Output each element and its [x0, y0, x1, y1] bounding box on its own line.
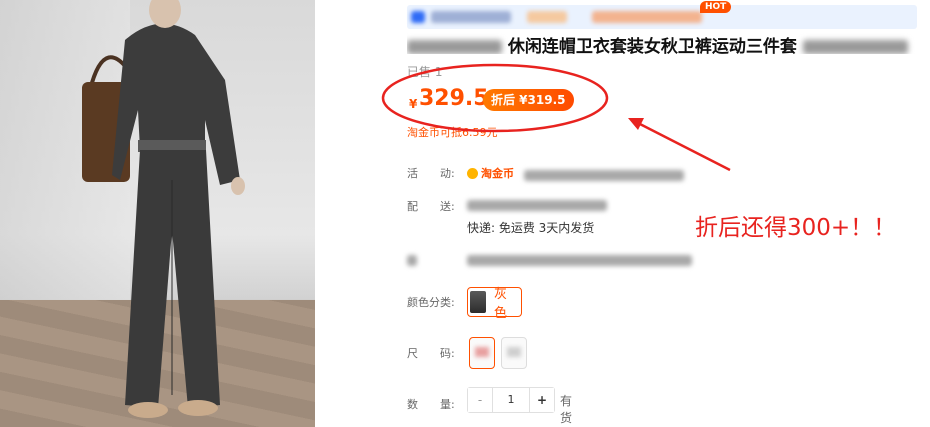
delivery-address-blurred: [467, 200, 607, 211]
discount-price-badge[interactable]: 折后 ¥319.5: [483, 89, 574, 111]
product-photo: [0, 0, 315, 427]
product-title: 休闲连帽卫衣套装女秋卫裤运动三件套: [407, 32, 917, 54]
activity-value[interactable]: 淘金币: [467, 165, 684, 182]
activity-label: 活动:: [407, 167, 455, 180]
quantity-input[interactable]: 1: [492, 388, 529, 412]
size-label: 尺码:: [407, 347, 455, 360]
size-option-1-blurred: [475, 347, 489, 357]
delivery-label: 配送:: [407, 200, 455, 213]
promo-tag-blurred: [527, 11, 567, 23]
quantity-label: 数量:: [407, 398, 455, 411]
delivery-address[interactable]: [467, 198, 607, 212]
coin-icon: [467, 167, 478, 179]
service-text-blurred: [467, 255, 692, 266]
color-option-gray[interactable]: 灰色: [467, 287, 523, 321]
taobao-coin-badge: 淘金币: [467, 165, 514, 181]
promo-text-blurred: [431, 11, 511, 23]
sold-count: 已售 1: [407, 65, 443, 79]
annotation-text: 折后还得300+！！: [695, 215, 897, 241]
size-option-1[interactable]: [469, 337, 495, 369]
coin-deduct-text: 淘金币可抵6.59元: [407, 126, 498, 139]
promo-bar[interactable]: HOT: [407, 1, 917, 29]
price-amount: 329.5: [419, 86, 489, 111]
model-figure: [82, 0, 245, 418]
size-option-2[interactable]: [501, 337, 527, 369]
promo-icon: [411, 11, 425, 23]
title-text: 休闲连帽卫衣套装女秋卫裤运动三件套: [507, 37, 797, 54]
quantity-stepper[interactable]: - 1 +: [467, 387, 555, 413]
service-label-blurred: [407, 255, 417, 266]
quantity-plus-button[interactable]: +: [529, 388, 554, 412]
hot-badge: HOT: [700, 1, 732, 13]
color-label: 颜色分类:: [407, 296, 455, 309]
size-option-2-blurred: [507, 347, 521, 357]
product-info-panel: HOT 休闲连帽卫衣套装女秋卫裤运动三件套 已售 1 ¥ 329.5 折后 ¥3…: [367, 0, 930, 427]
express-info: 快递: 免运费 3天内发货: [467, 221, 595, 235]
color-option-label: 灰色: [494, 287, 508, 321]
activity-text-blurred: [523, 169, 684, 181]
quantity-minus-button[interactable]: -: [468, 388, 492, 412]
stock-status: 有货: [560, 394, 573, 425]
title-blur-right: [802, 40, 908, 54]
promo-offer-blurred: [592, 11, 702, 23]
title-blur-left: [407, 40, 502, 54]
currency-symbol: ¥: [409, 97, 418, 111]
color-thumbnail: [470, 291, 487, 313]
